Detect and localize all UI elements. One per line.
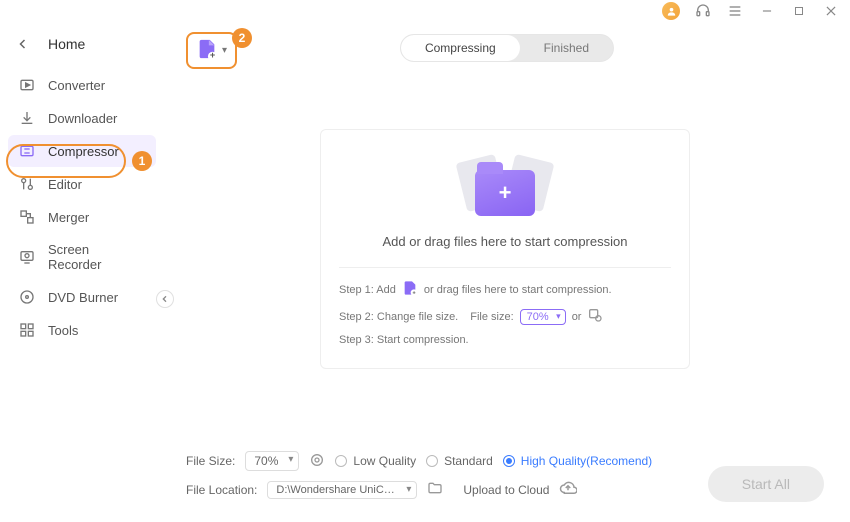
close-icon[interactable]: [822, 2, 840, 20]
status-tabs: Compressing Finished: [400, 34, 614, 62]
sidebar-item-label: DVD Burner: [48, 290, 118, 305]
back-icon[interactable]: [14, 38, 32, 50]
step2-or: or: [572, 311, 582, 323]
dvd-burner-icon: [18, 289, 36, 305]
quality-low[interactable]: Low Quality: [335, 454, 416, 468]
radio-icon: [335, 455, 347, 467]
sidebar-collapse-button[interactable]: [156, 290, 174, 308]
sidebar-item-screen-recorder[interactable]: Screen Recorder: [8, 234, 156, 280]
maximize-icon[interactable]: [790, 2, 808, 20]
sidebar: Home Converter Downloader Compressor Edi…: [0, 20, 164, 522]
sidebar-item-label: Tools: [48, 323, 78, 338]
radio-icon: [503, 455, 515, 467]
file-size-label: File Size:: [186, 454, 235, 468]
sidebar-item-converter[interactable]: Converter: [8, 69, 156, 101]
steps-panel: Step 1: Add + or drag files here to star…: [339, 267, 671, 346]
screen-recorder-icon: [18, 249, 36, 265]
dropzone-title: Add or drag files here to start compress…: [339, 234, 671, 249]
sidebar-item-label: Compressor: [48, 144, 119, 159]
downloader-icon: [18, 110, 36, 126]
quality-low-label: Low Quality: [353, 454, 416, 468]
add-file-icon: +: [196, 38, 218, 63]
step3-text: Step 3: Start compression.: [339, 334, 469, 346]
sidebar-item-tools[interactable]: Tools: [8, 314, 156, 346]
step2-size-select[interactable]: 70%: [520, 309, 566, 325]
add-file-mini-icon[interactable]: +: [402, 280, 418, 299]
sidebar-item-compressor[interactable]: Compressor: [8, 135, 156, 167]
add-files-button[interactable]: + ▾: [186, 32, 237, 69]
sidebar-item-label: Screen Recorder: [48, 242, 146, 272]
headset-icon[interactable]: [694, 2, 712, 20]
upload-cloud-label: Upload to Cloud: [463, 483, 549, 497]
compressor-icon: [18, 143, 36, 159]
sidebar-item-dvd-burner[interactable]: DVD Burner: [8, 281, 156, 313]
settings-mini-icon[interactable]: [587, 307, 603, 326]
minimize-icon[interactable]: [758, 2, 776, 20]
step2-text-a: Step 2: Change file size.: [339, 311, 458, 323]
quality-high-label: High Quality(Recomend): [521, 454, 652, 468]
menu-icon[interactable]: [726, 2, 744, 20]
file-size-select[interactable]: 70%: [245, 451, 299, 471]
quality-high[interactable]: High Quality(Recomend): [503, 454, 652, 468]
dropzone[interactable]: + Add or drag files here to start compre…: [320, 129, 690, 369]
sidebar-item-downloader[interactable]: Downloader: [8, 102, 156, 134]
cloud-upload-icon[interactable]: [559, 479, 577, 500]
quality-standard[interactable]: Standard: [426, 454, 493, 468]
sidebar-item-label: Downloader: [48, 111, 117, 126]
editor-icon: [18, 176, 36, 192]
tools-icon: [18, 322, 36, 338]
step2-file-size-label: File size:: [470, 311, 513, 323]
step1-text-b: or drag files here to start compression.: [424, 284, 612, 296]
merger-icon: [18, 209, 36, 225]
file-location-label: File Location:: [186, 483, 257, 497]
tab-finished[interactable]: Finished: [520, 35, 613, 61]
radio-icon: [426, 455, 438, 467]
file-location-select[interactable]: D:\Wondershare UniConverter 1: [267, 481, 417, 499]
main-area: + ▾ 2 Compressing Finished + Add or drag…: [164, 20, 850, 522]
step1-text-a: Step 1: Add: [339, 284, 396, 296]
footer-bar: File Size: 70% Low Quality Standard High…: [186, 451, 824, 508]
converter-icon: [18, 77, 36, 93]
start-all-button[interactable]: Start All: [708, 466, 824, 502]
sidebar-item-merger[interactable]: Merger: [8, 201, 156, 233]
quality-standard-label: Standard: [444, 454, 493, 468]
svg-text:+: +: [210, 50, 215, 60]
chevron-down-icon: ▾: [222, 45, 227, 56]
folder-add-icon: +: [455, 154, 555, 224]
sidebar-item-label: Merger: [48, 210, 89, 225]
sidebar-item-label: Editor: [48, 177, 82, 192]
tab-compressing[interactable]: Compressing: [401, 35, 520, 61]
folder-open-icon[interactable]: [427, 480, 443, 499]
home-label[interactable]: Home: [48, 36, 85, 52]
sidebar-item-label: Converter: [48, 78, 105, 93]
target-icon[interactable]: [309, 452, 325, 471]
avatar[interactable]: [662, 2, 680, 20]
sidebar-item-editor[interactable]: Editor: [8, 168, 156, 200]
svg-text:+: +: [412, 291, 415, 296]
